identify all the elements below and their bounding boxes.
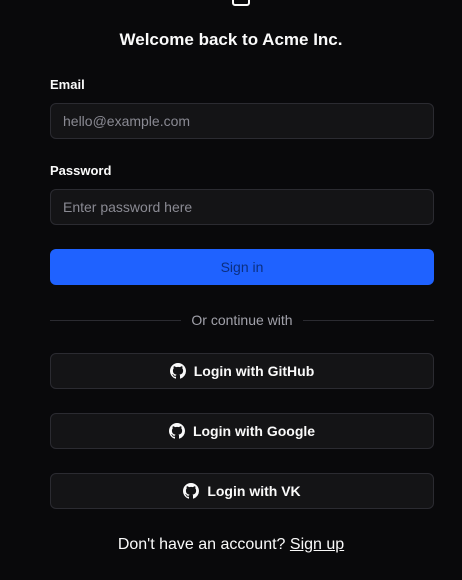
email-label: Email — [50, 77, 85, 92]
login-vk-button[interactable]: Login with VK — [50, 473, 434, 509]
signup-prompt: Don't have an account? Sign up — [0, 536, 462, 554]
divider: Or continue with — [50, 310, 435, 330]
password-field[interactable] — [50, 189, 434, 225]
login-github-label: Login with GitHub — [193, 363, 315, 379]
divider-text: Or continue with — [191, 312, 293, 328]
divider-line-left — [50, 319, 182, 321]
password-label: Password — [50, 163, 112, 178]
login-vk-label: Login with VK — [207, 483, 301, 499]
login-google-label: Login with Google — [192, 423, 316, 439]
login-github-button[interactable]: Login with GitHub — [50, 353, 434, 389]
github-icon — [183, 483, 200, 499]
signup-prompt-text: Don't have an account? — [117, 536, 286, 553]
github-icon — [168, 423, 185, 439]
page-title: Welcome back to Acme Inc. — [119, 30, 343, 49]
sign-in-button[interactable]: Sign in — [50, 249, 434, 285]
login-google-button[interactable]: Login with Google — [50, 413, 434, 449]
sign-up-link[interactable]: Sign up — [290, 536, 344, 553]
email-field[interactable] — [50, 103, 434, 139]
divider-line-right — [302, 319, 435, 321]
github-icon — [169, 363, 186, 379]
login-page: Welcome back to Acme Inc. Email Password… — [0, 0, 462, 580]
logo-icon — [232, 0, 250, 6]
